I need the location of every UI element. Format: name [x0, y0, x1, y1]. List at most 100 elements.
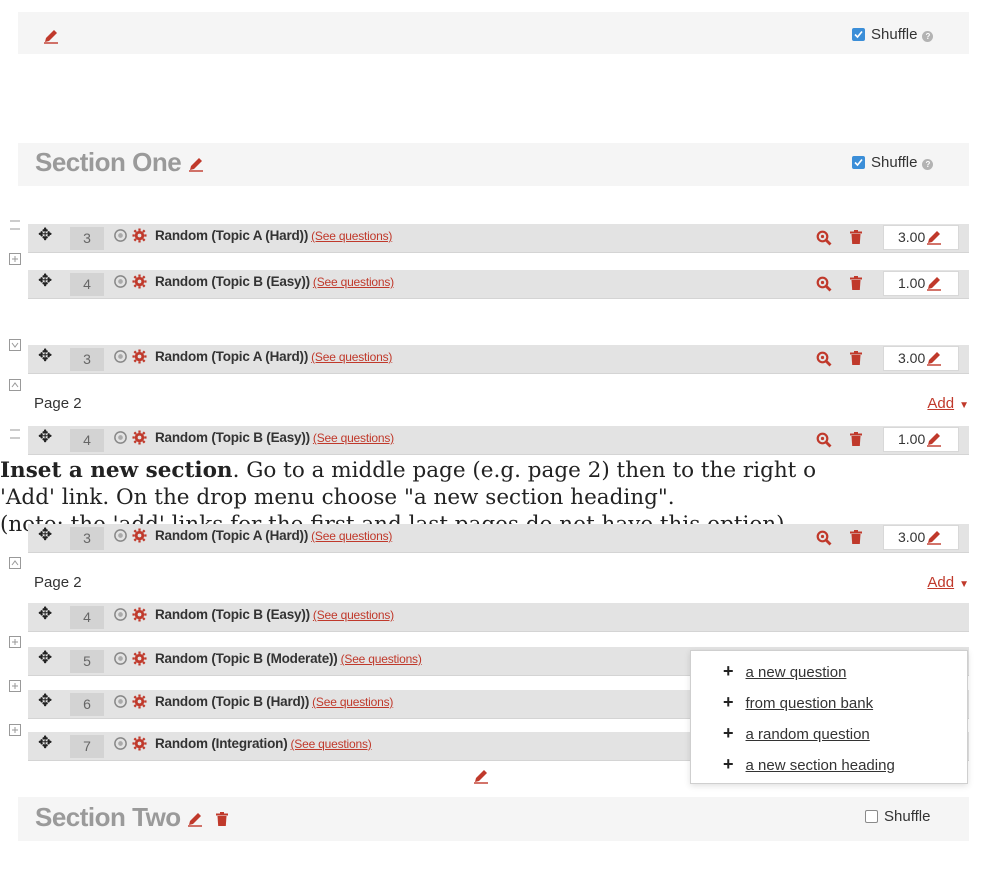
question-name: Random (Topic A (Hard)) (See questions) [155, 349, 393, 364]
gear-icon[interactable] [132, 228, 147, 243]
menu-item-from-question-bank[interactable]: + from question bank [723, 692, 873, 713]
menu-item-new-section-heading[interactable]: + a new section heading [723, 754, 895, 775]
trash-icon[interactable] [850, 276, 862, 290]
pencil-icon [927, 432, 942, 447]
menu-item-new-question[interactable]: + a new question [723, 661, 846, 682]
page-break-icon[interactable] [8, 723, 22, 737]
pencil-icon [927, 276, 942, 291]
move-icon[interactable]: ✥ [38, 604, 52, 624]
page-break-icon[interactable] [8, 635, 22, 649]
move-icon[interactable]: ✥ [38, 346, 52, 366]
edit-section-title-icon[interactable] [43, 27, 59, 45]
random-question-icon [114, 529, 127, 542]
slot-number: 3 [70, 527, 104, 550]
gear-icon[interactable] [132, 607, 147, 622]
page-break-icon[interactable] [8, 218, 22, 232]
trash-icon[interactable] [850, 351, 862, 365]
gear-icon[interactable] [132, 651, 147, 666]
shuffle-toggle-one[interactable]: Shuffle ? [852, 154, 934, 171]
trash-icon[interactable] [850, 432, 862, 446]
search-icon[interactable] [816, 530, 832, 546]
see-questions-link[interactable]: (See questions) [313, 608, 394, 622]
shuffle-toggle-top[interactable]: Shuffle ? [852, 26, 934, 43]
page-break-icon[interactable] [8, 338, 22, 352]
trash-icon[interactable] [210, 802, 229, 832]
edit-section-title-icon[interactable] [473, 767, 489, 785]
gear-icon[interactable] [132, 694, 147, 709]
section-title: Section One [35, 147, 204, 178]
search-icon[interactable] [816, 432, 832, 448]
slot-number: 4 [70, 429, 104, 452]
checkbox-checked-icon[interactable] [852, 28, 865, 41]
shuffle-label: Shuffle [871, 26, 918, 43]
see-questions-link[interactable]: (See questions) [313, 431, 394, 445]
see-questions-link[interactable]: (See questions) [311, 529, 392, 543]
see-questions-link[interactable]: (See questions) [341, 652, 422, 666]
slot-number: 7 [70, 735, 104, 758]
max-mark[interactable]: 1.00 [883, 271, 959, 296]
gear-icon[interactable] [132, 274, 147, 289]
max-mark[interactable]: 3.00 [883, 346, 959, 371]
move-icon[interactable]: ✥ [38, 427, 52, 447]
search-icon[interactable] [816, 351, 832, 367]
search-icon[interactable] [816, 276, 832, 292]
plus-icon: + [723, 692, 734, 712]
move-icon[interactable]: ✥ [38, 691, 52, 711]
instruction-bold: Inset a new section [0, 458, 233, 483]
page-break-icon[interactable] [8, 252, 22, 266]
question-name: Random (Integration) (See questions) [155, 736, 372, 751]
question-row: ✥ 4 Random (Topic B (Easy)) (See question… [28, 426, 969, 455]
question-name: Random (Topic B (Easy)) (See questions) [155, 607, 394, 622]
max-mark[interactable]: 3.00 [883, 525, 959, 550]
checkbox-unchecked-icon[interactable] [865, 810, 878, 823]
page-break-icon[interactable] [8, 427, 22, 441]
plus-icon: + [723, 723, 734, 743]
see-questions-link[interactable]: (See questions) [312, 695, 393, 709]
see-questions-link[interactable]: (See questions) [311, 229, 392, 243]
search-icon[interactable] [816, 230, 832, 246]
add-link[interactable]: Add ▼ [927, 574, 969, 591]
edit-section-title-icon[interactable] [188, 147, 204, 177]
add-link[interactable]: Add ▼ [927, 395, 969, 412]
slot-number: 5 [70, 650, 104, 673]
chevron-down-icon[interactable]: ▼ [959, 400, 969, 411]
question-row: ✥ 3 Random (Topic A (Hard)) (See question… [28, 524, 969, 553]
help-icon[interactable]: ? [922, 30, 934, 42]
page-label: Page 2 [34, 574, 82, 591]
slot-number: 6 [70, 693, 104, 716]
see-questions-link[interactable]: (See questions) [311, 350, 392, 364]
chevron-down-icon[interactable]: ▼ [959, 579, 969, 590]
edit-section-title-icon[interactable] [187, 802, 203, 832]
gear-icon[interactable] [132, 430, 147, 445]
page-label: Page 2 [34, 395, 82, 412]
move-icon[interactable]: ✥ [38, 733, 52, 753]
shuffle-toggle-two[interactable]: Shuffle [865, 808, 930, 825]
move-icon[interactable]: ✥ [38, 271, 52, 291]
gear-icon[interactable] [132, 736, 147, 751]
random-question-icon [114, 695, 127, 708]
instruction-line-1: Inset a new section. Go to a middle page… [0, 458, 817, 483]
plus-icon: + [723, 754, 734, 774]
menu-item-random-question[interactable]: + a random question [723, 723, 870, 744]
question-name: Random (Topic B (Easy)) (See questions) [155, 430, 394, 445]
page-break-icon[interactable] [8, 378, 22, 392]
shuffle-label: Shuffle [871, 154, 918, 171]
max-mark[interactable]: 1.00 [883, 427, 959, 452]
help-icon[interactable]: ? [922, 158, 934, 170]
trash-icon[interactable] [850, 530, 862, 544]
see-questions-link[interactable]: (See questions) [291, 737, 372, 751]
trash-icon[interactable] [850, 230, 862, 244]
max-mark[interactable]: 3.00 [883, 225, 959, 250]
see-questions-link[interactable]: (See questions) [313, 275, 394, 289]
slot-number: 3 [70, 348, 104, 371]
checkbox-checked-icon[interactable] [852, 156, 865, 169]
pencil-icon [927, 351, 942, 366]
move-icon[interactable]: ✥ [38, 648, 52, 668]
random-question-icon [114, 608, 127, 621]
move-icon[interactable]: ✥ [38, 525, 52, 545]
gear-icon[interactable] [132, 349, 147, 364]
page-break-icon[interactable] [8, 679, 22, 693]
move-icon[interactable]: ✥ [38, 225, 52, 245]
page-break-icon[interactable] [8, 556, 22, 570]
gear-icon[interactable] [132, 528, 147, 543]
